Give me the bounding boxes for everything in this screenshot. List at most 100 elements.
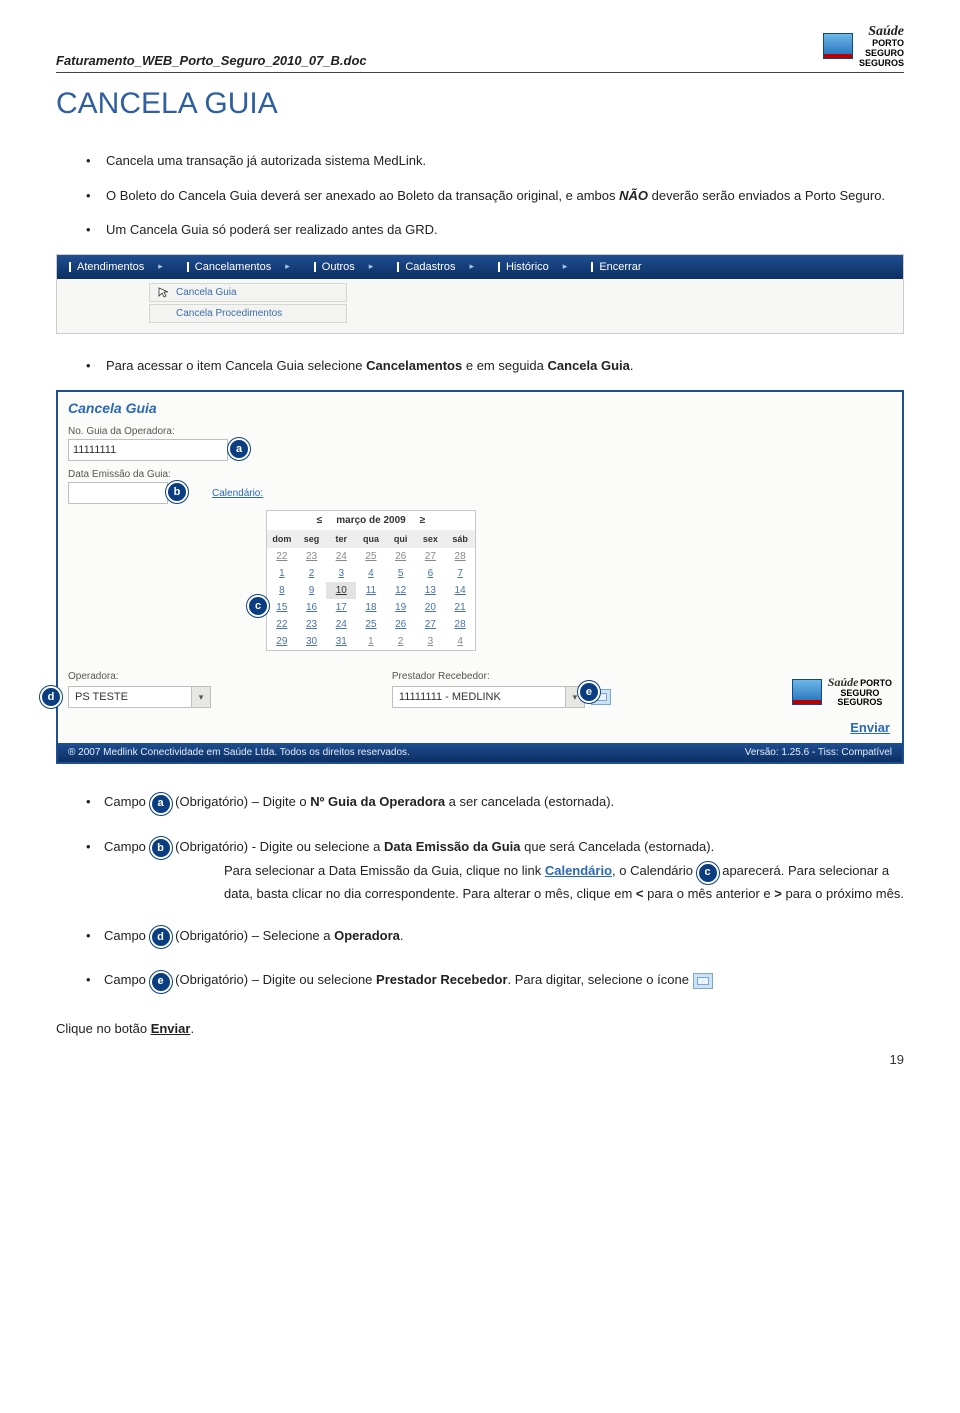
- cal-day[interactable]: 27: [416, 548, 446, 565]
- cal-day[interactable]: 18: [356, 599, 386, 616]
- cal-month: março de 2009: [336, 515, 406, 526]
- recebedor-select[interactable]: 11111111 - MEDLINK: [392, 686, 566, 708]
- lbl-guia: No. Guia da Operadora:: [68, 426, 892, 437]
- cal-day[interactable]: 1: [356, 633, 386, 650]
- cal-day[interactable]: 17: [326, 599, 356, 616]
- field-a: Campo a (Obrigatório) – Digite o Nº Guia…: [86, 792, 904, 815]
- badge-d-inline: d: [150, 926, 172, 948]
- cal-prev[interactable]: ≤: [317, 515, 323, 526]
- cal-day[interactable]: 1: [267, 565, 297, 582]
- badge-a-inline: a: [150, 793, 172, 815]
- cal-day[interactable]: 8: [267, 582, 297, 599]
- brand-porto: PORTO: [872, 38, 904, 48]
- badge-a: a: [228, 438, 250, 460]
- logo-icon: [823, 33, 853, 59]
- cal-day[interactable]: 30: [297, 633, 327, 650]
- cal-day[interactable]: 2: [386, 633, 416, 650]
- submenu-label: Cancela Guia: [176, 287, 237, 298]
- nav-cadastros[interactable]: Cadastros: [385, 255, 486, 279]
- cal-day[interactable]: 16: [297, 599, 327, 616]
- operadora-select[interactable]: PS TESTE: [68, 686, 192, 708]
- cal-day[interactable]: 26: [386, 616, 416, 633]
- logo-icon: [792, 679, 822, 705]
- nav-cancelamentos[interactable]: Cancelamentos: [175, 255, 302, 279]
- cal-day[interactable]: 29: [267, 633, 297, 650]
- cal-day[interactable]: 22: [267, 616, 297, 633]
- edit-icon: [693, 973, 713, 989]
- cal-day[interactable]: 4: [445, 633, 475, 650]
- nav-label: Cancelamentos: [195, 261, 271, 273]
- nav-atendimentos[interactable]: Atendimentos: [57, 255, 175, 279]
- doc-filename: Faturamento_WEB_Porto_Seguro_2010_07_B.d…: [56, 53, 367, 68]
- cal-day[interactable]: 26: [386, 548, 416, 565]
- bullet-3: Um Cancela Guia só poderá ser realizado …: [86, 220, 904, 240]
- cal-day[interactable]: 10: [326, 582, 356, 599]
- cal-dow: dom: [267, 530, 297, 548]
- cal-day[interactable]: 25: [356, 616, 386, 633]
- bullet-2: O Boleto do Cancela Guia deverá ser anex…: [86, 186, 904, 206]
- cal-dow: sáb: [445, 530, 475, 548]
- cal-day[interactable]: 6: [416, 565, 446, 582]
- cal-day[interactable]: 23: [297, 616, 327, 633]
- cal-day[interactable]: 20: [416, 599, 446, 616]
- submenu-cancela-guia[interactable]: Cancela Guia: [149, 283, 347, 302]
- field-e: Campo e (Obrigatório) – Digite ou seleci…: [86, 970, 904, 993]
- cal-day[interactable]: 27: [416, 616, 446, 633]
- nav-label: Outros: [322, 261, 355, 273]
- cal-day[interactable]: 28: [445, 616, 475, 633]
- cal-day[interactable]: 14: [445, 582, 475, 599]
- brand-mini: Saúde PORTO SEGURO SEGUROS: [792, 676, 892, 708]
- cal-day[interactable]: 23: [297, 548, 327, 565]
- cal-day[interactable]: 25: [356, 548, 386, 565]
- field-b-detail: Para selecionar a Data Emissão da Guia, …: [224, 861, 904, 904]
- enviar-button[interactable]: Enviar: [850, 720, 890, 735]
- data-input[interactable]: [68, 482, 168, 504]
- cal-day[interactable]: 21: [445, 599, 475, 616]
- cal-day[interactable]: 12: [386, 582, 416, 599]
- calendar-widget: ≤ março de 2009 ≥ dom seg ter qua qui se…: [266, 510, 476, 651]
- cal-day[interactable]: 7: [445, 565, 475, 582]
- cal-day[interactable]: 5: [386, 565, 416, 582]
- cal-day[interactable]: 3: [416, 633, 446, 650]
- nav-historico[interactable]: Histórico: [486, 255, 579, 279]
- cal-dow: seg: [297, 530, 327, 548]
- cal-day[interactable]: 2: [297, 565, 327, 582]
- footer-left: ® 2007 Medlink Conectividade em Saúde Lt…: [68, 747, 410, 758]
- footer-right: Versão: 1.25.6 - Tiss: Compatível: [745, 747, 892, 758]
- cal-day[interactable]: 24: [326, 616, 356, 633]
- badge-b-inline: b: [150, 837, 172, 859]
- final-line: Clique no botão Enviar.: [56, 1021, 904, 1036]
- app-screenshot: Cancela Guia No. Guia da Operadora: a Da…: [56, 390, 904, 764]
- chevron-down-icon[interactable]: ▾: [192, 686, 211, 708]
- cal-day[interactable]: 22: [267, 548, 297, 565]
- cal-day[interactable]: 13: [416, 582, 446, 599]
- cal-day[interactable]: 3: [326, 565, 356, 582]
- lbl-data: Data Emissão da Guia:: [68, 469, 892, 480]
- cal-next[interactable]: ≥: [420, 515, 426, 526]
- brand-seguro: SEGURO: [865, 48, 904, 58]
- brand-saude: Saúde: [859, 24, 904, 39]
- submenu-cancela-proc[interactable]: Cancela Procedimentos: [149, 304, 347, 323]
- lbl-operadora: Operadora:: [68, 671, 211, 682]
- nav-encerrar[interactable]: Encerrar: [579, 255, 667, 279]
- nav-screenshot: Atendimentos Cancelamentos Outros Cadast…: [56, 254, 904, 334]
- bullet-1: Cancela uma transação já autorizada sist…: [86, 151, 904, 171]
- guia-input[interactable]: [68, 439, 228, 461]
- cal-day[interactable]: 4: [356, 565, 386, 582]
- lbl-recebedor: Prestador Recebedor:: [392, 671, 611, 682]
- cal-day[interactable]: 9: [297, 582, 327, 599]
- cal-day[interactable]: 19: [386, 599, 416, 616]
- brand-logo: Saúde PORTO SEGURO SEGUROS: [823, 24, 904, 68]
- nav-label: Atendimentos: [77, 261, 144, 273]
- brand-seguros: SEGUROS: [859, 58, 904, 68]
- cal-dow: qua: [356, 530, 386, 548]
- nav-label: Cadastros: [405, 261, 455, 273]
- cal-day[interactable]: 11: [356, 582, 386, 599]
- cal-day[interactable]: 31: [326, 633, 356, 650]
- cal-link[interactable]: Calendário:: [212, 488, 263, 499]
- cal-day[interactable]: 28: [445, 548, 475, 565]
- cal-day[interactable]: 15: [267, 599, 297, 616]
- cal-day[interactable]: 24: [326, 548, 356, 565]
- cal-dow: ter: [326, 530, 356, 548]
- nav-outros[interactable]: Outros: [302, 255, 386, 279]
